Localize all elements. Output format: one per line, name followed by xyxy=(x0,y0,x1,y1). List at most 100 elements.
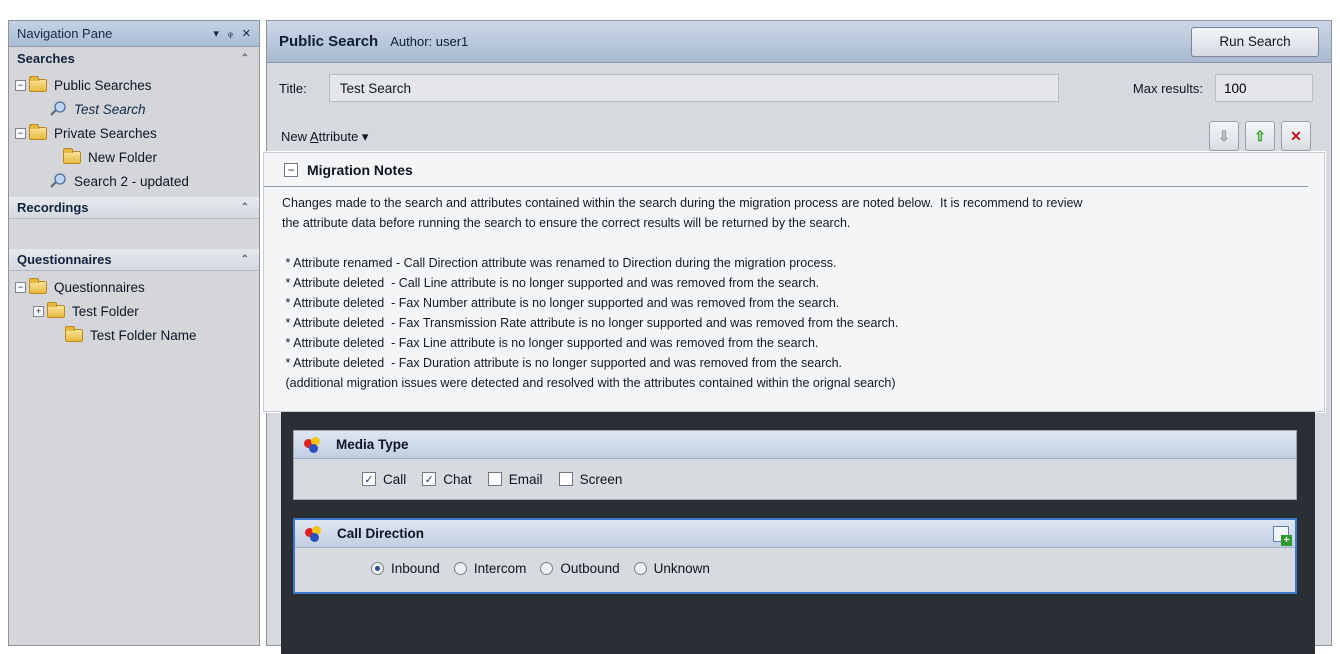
section-searches-label: Searches xyxy=(17,50,75,66)
tree-item-search-2[interactable]: Search 2 - updated xyxy=(15,169,259,193)
call-direction-attribute[interactable]: Call Direction Inbound Intercom Outbound… xyxy=(293,518,1297,594)
option-label: Chat xyxy=(443,471,472,487)
migration-notes-panel: − Migration Notes Changes made to the se… xyxy=(263,152,1325,412)
call-direction-options: Inbound Intercom Outbound Unknown xyxy=(295,548,1295,588)
folder-icon xyxy=(29,123,47,140)
attribute-icon xyxy=(305,525,325,542)
folder-icon xyxy=(29,277,47,294)
run-search-button[interactable]: Run Search xyxy=(1191,26,1319,57)
option-label: Screen xyxy=(579,471,623,487)
arrow-up-icon: ⇧ xyxy=(1254,127,1266,144)
move-down-button[interactable]: ⇩ xyxy=(1209,121,1239,151)
checkbox-checked-icon: ✓ xyxy=(422,472,437,486)
search-author: Author: user1 xyxy=(390,34,469,49)
tree-item-private-searches[interactable]: − Private Searches xyxy=(15,121,259,145)
tree-item-test-search[interactable]: Test Search xyxy=(15,97,259,121)
close-icon[interactable]: ✕ xyxy=(242,27,251,40)
direction-inbound-radio[interactable]: Inbound xyxy=(371,561,440,576)
new-attribute-label-mnemonic: A xyxy=(309,129,319,144)
attribute-toolbar: ⇩ ⇧ ✕ xyxy=(1209,121,1311,151)
move-up-button[interactable]: ⇧ xyxy=(1245,121,1275,151)
tree-toggle-icon[interactable]: − xyxy=(15,79,26,91)
option-label: Unknown xyxy=(653,560,710,576)
folder-icon xyxy=(29,75,47,92)
magnifier-icon xyxy=(50,173,66,188)
tree-item-new-folder[interactable]: New Folder xyxy=(15,145,259,169)
attributes-panel: Media Type ✓ Call ✓ Chat Email Screen Call… xyxy=(281,412,1315,654)
folder-icon xyxy=(47,301,65,318)
tree-item-public-searches[interactable]: − Public Searches xyxy=(15,73,259,97)
option-label: Inbound xyxy=(391,560,440,576)
tree-item-questionnaires[interactable]: − Questionnaires xyxy=(15,275,259,299)
section-recordings[interactable]: Recordings ⌃ xyxy=(9,197,259,219)
checkbox-checked-icon: ✓ xyxy=(362,472,376,486)
tree-item-label: Questionnaires xyxy=(54,279,145,295)
radio-unselected-icon xyxy=(453,561,467,575)
migration-notes-header: − Migration Notes xyxy=(264,153,1308,187)
section-recordings-label: Recordings xyxy=(17,200,89,215)
section-questionnaires-label: Questionnaires xyxy=(17,252,112,267)
media-type-header: Media Type xyxy=(294,431,1296,459)
recordings-body xyxy=(9,219,259,249)
max-results-input[interactable]: 100 xyxy=(1215,74,1313,102)
add-value-icon[interactable] xyxy=(1273,525,1292,546)
tree-toggle-icon[interactable]: + xyxy=(33,305,44,317)
media-screen-checkbox[interactable]: Screen xyxy=(558,471,623,487)
new-attribute-menu[interactable]: New Attribute ▾ xyxy=(281,129,368,145)
section-searches[interactable]: Searches ⌃ xyxy=(9,47,259,69)
folder-icon xyxy=(65,325,83,342)
pin-icon[interactable]: ᵩ xyxy=(228,27,233,40)
direction-unknown-radio[interactable]: Unknown xyxy=(633,560,710,576)
call-direction-header: Call Direction xyxy=(295,520,1295,548)
option-label: Outbound xyxy=(560,560,620,576)
media-type-title: Media Type xyxy=(336,437,409,452)
radio-unselected-icon xyxy=(633,561,647,575)
direction-outbound-radio[interactable]: Outbound xyxy=(540,560,620,576)
tree-item-label: Test Folder xyxy=(72,303,139,319)
title-label: Title: xyxy=(279,80,307,96)
radio-selected-icon xyxy=(371,561,384,575)
dropdown-icon[interactable]: ▾ xyxy=(213,27,219,40)
checkbox-unchecked-icon xyxy=(558,472,573,486)
tree-toggle-icon[interactable]: − xyxy=(15,127,26,139)
option-label: Email xyxy=(508,471,543,487)
option-label: Call xyxy=(383,471,407,487)
tree-item-label: New Folder xyxy=(88,149,158,165)
section-questionnaires[interactable]: Questionnaires ⌃ xyxy=(9,249,259,271)
migration-notes-title: Migration Notes xyxy=(307,161,413,178)
tree-item-test-folder-name[interactable]: Test Folder Name xyxy=(15,323,259,347)
direction-intercom-radio[interactable]: Intercom xyxy=(453,560,527,576)
collapse-toggle-icon[interactable]: − xyxy=(284,162,298,177)
navigation-pane: Navigation Pane ▾ ᵩ ✕ Searches ⌃ − Publi… xyxy=(8,20,260,646)
option-label: Intercom xyxy=(473,560,527,576)
new-attribute-label-suffix: ttribute ▾ xyxy=(318,129,369,144)
collapse-icon[interactable]: ⌃ xyxy=(241,254,249,265)
media-email-checkbox[interactable]: Email xyxy=(487,471,543,487)
title-input[interactable]: Test Search xyxy=(328,74,1059,102)
magnifier-icon xyxy=(50,101,66,116)
radio-unselected-icon xyxy=(540,561,554,575)
media-call-checkbox[interactable]: ✓ Call xyxy=(362,472,406,487)
collapse-icon[interactable]: ⌃ xyxy=(241,53,249,64)
delete-icon: ✕ xyxy=(1290,127,1302,144)
media-type-options: ✓ Call ✓ Chat Email Screen xyxy=(294,459,1296,499)
tree-item-label: Private Searches xyxy=(54,125,157,141)
tree-item-label: Search 2 - updated xyxy=(74,173,189,189)
tree-toggle-icon[interactable]: − xyxy=(15,281,26,293)
attribute-icon xyxy=(304,436,324,453)
media-type-attribute: Media Type ✓ Call ✓ Chat Email Screen xyxy=(293,430,1297,500)
nav-pane-title: Navigation Pane xyxy=(17,26,113,41)
title-row: Title: Test Search Max results: 100 xyxy=(279,73,1313,103)
collapse-icon[interactable]: ⌃ xyxy=(241,202,249,213)
tree-item-test-folder[interactable]: + Test Folder xyxy=(15,299,259,323)
tree-item-label: Public Searches xyxy=(54,77,152,93)
new-attribute-label-prefix: New xyxy=(281,129,310,144)
folder-icon xyxy=(63,147,81,164)
media-chat-checkbox[interactable]: ✓ Chat xyxy=(422,472,472,487)
max-results-label: Max results: xyxy=(1132,80,1203,96)
delete-attribute-button[interactable]: ✕ xyxy=(1281,121,1311,151)
nav-pane-controls: ▾ ᵩ ✕ xyxy=(213,27,251,40)
search-heading: Public Search xyxy=(279,33,379,50)
nav-pane-header: Navigation Pane ▾ ᵩ ✕ xyxy=(9,21,259,47)
tree-item-label: Test Search xyxy=(74,101,146,117)
